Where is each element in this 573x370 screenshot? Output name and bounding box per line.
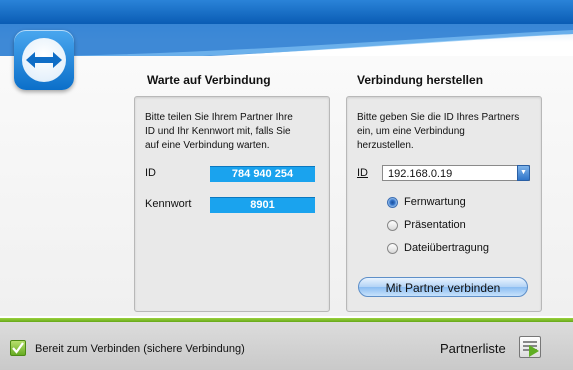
connect-description-line: herzustellen. [357,140,414,151]
connect-panel: Bitte geben Sie die ID Ihres Partners ei… [346,96,542,312]
radio-icon[interactable] [387,219,398,231]
wait-description-line: ID und Ihr Kennwort mit, falls Sie [145,126,291,137]
radio-checked-icon[interactable] [387,196,398,208]
chevron-down-icon[interactable]: ▼ [517,165,530,181]
option-presentation[interactable]: Präsentation [387,219,466,231]
wait-description-line: auf eine Verbindung warten. [145,140,270,151]
check-icon [10,340,26,356]
option-label: Präsentation [404,219,466,231]
option-file-transfer[interactable]: Dateiübertragung [387,242,489,254]
option-label: Dateiübertragung [404,242,490,254]
partner-id-label: ID [357,167,368,179]
connect-description-line: Bitte geben Sie die ID Ihres Partners [357,112,520,123]
partner-list-link[interactable]: Partnerliste [440,341,506,356]
teamviewer-logo [14,30,74,90]
teamviewer-arrows-icon [26,52,62,68]
partner-id-value: 192.168.0.19 [388,168,453,180]
connect-description-line: ein, um eine Verbindung [357,126,465,137]
password-value[interactable]: 8901 [210,197,315,213]
connect-panel-title: Verbindung herstellen [357,73,484,87]
wait-description-line: Bitte teilen Sie Ihrem Partner Ihre [145,112,293,123]
title-bar [0,0,573,24]
password-label: Kennwort [145,198,192,210]
option-remote-control[interactable]: Fernwartung [387,196,466,208]
id-value[interactable]: 784 940 254 [210,166,315,182]
connect-partner-button[interactable]: Mit Partner verbinden [358,277,528,297]
connect-description: Bitte geben Sie die ID Ihres Partners ei… [357,111,519,153]
header-shine [0,24,573,42]
status-text: Bereit zum Verbinden (sichere Verbindung… [35,343,245,355]
option-label: Fernwartung [404,196,466,208]
partner-id-input[interactable]: 192.168.0.19 ▼ [382,165,530,181]
radio-icon[interactable] [387,242,398,254]
wait-panel: Bitte teilen Sie Ihrem Partner Ihre ID u… [134,96,330,312]
wait-description: Bitte teilen Sie Ihrem Partner Ihre ID u… [145,111,293,153]
partner-list-icon[interactable] [519,336,541,358]
wait-panel-title: Warte auf Verbindung [147,73,271,87]
id-label: ID [145,167,156,179]
